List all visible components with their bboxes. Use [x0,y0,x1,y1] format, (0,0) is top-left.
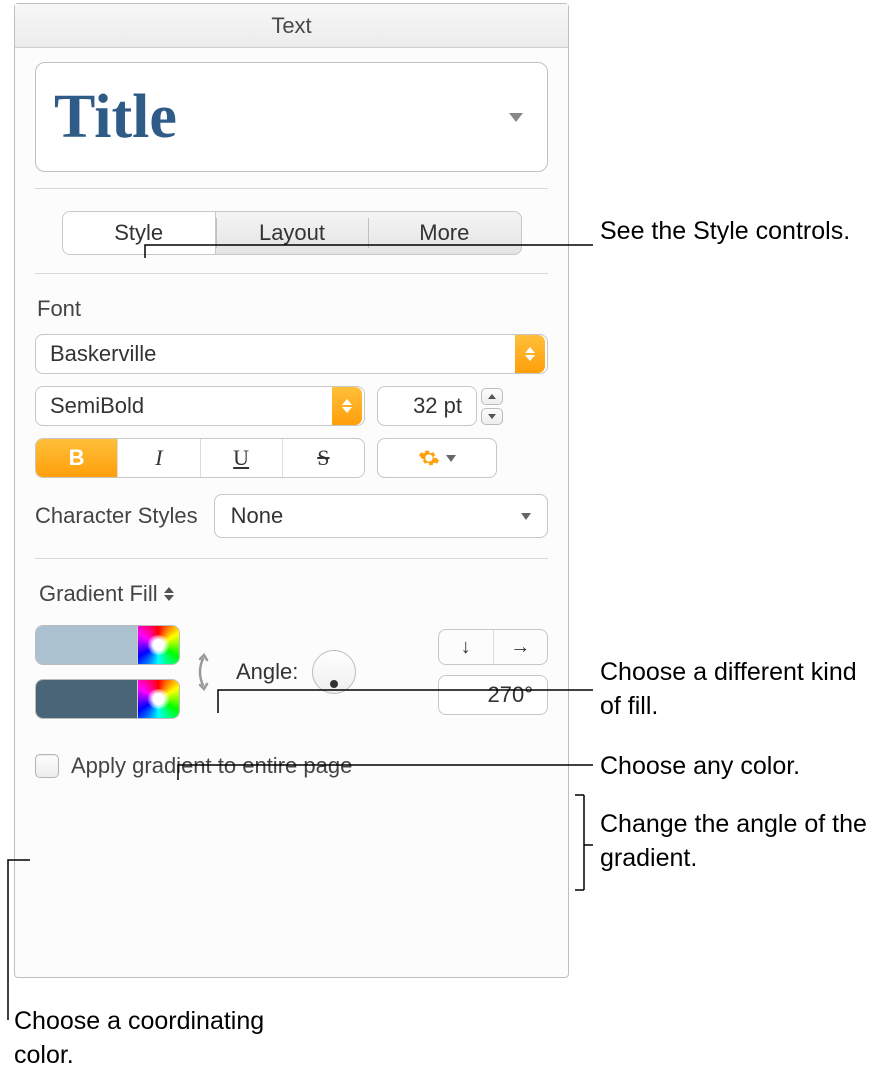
chevron-down-icon [509,113,523,122]
callout-any-color: Choose any color. [600,750,800,784]
angle-dial[interactable] [312,650,356,694]
font-size-down[interactable] [481,408,503,425]
tabs: Style Layout More [62,211,522,255]
fill-type-value: Gradient Fill [39,581,158,607]
text-inspector-panel: Text Title Style Layout More Font Basker… [14,3,569,978]
callout-style-tab: See the Style controls. [600,215,850,249]
apply-gradient-page-label: Apply gradient to entire page [71,753,352,779]
font-family-value: Baskerville [50,341,515,367]
gear-icon [418,447,440,469]
callout-coord-color: Choose a coordinating color. [14,1005,294,1073]
gradient-color-2[interactable] [35,679,180,719]
color-wheel-icon[interactable] [137,680,179,718]
angle-direction-group: ↓ → [438,629,548,665]
popup-stepper-icon [515,335,545,373]
chevron-down-icon [446,455,456,462]
gradient-color-2-well[interactable] [36,680,137,718]
font-section-label: Font [37,296,546,322]
tab-more[interactable]: More [368,212,520,254]
angle-label: Angle: [236,659,298,685]
font-weight-value: SemiBold [50,393,332,419]
tab-style[interactable]: Style [63,212,216,254]
gradient-color-1[interactable] [35,625,180,665]
font-family-popup[interactable]: Baskerville [35,334,548,374]
divider [35,273,548,274]
callout-fill-kind: Choose a different kind of fill. [600,656,880,724]
panel-title: Text [15,4,568,48]
gradient-color-1-well[interactable] [36,626,137,664]
strikethrough-button[interactable]: S [282,439,364,477]
character-styles-value: None [231,503,284,529]
updown-icon [164,587,174,601]
font-size-up[interactable] [481,388,503,405]
fill-type-popup[interactable]: Gradient Fill [39,581,174,607]
bold-button[interactable]: B [36,439,117,477]
popup-stepper-icon [332,387,362,425]
divider [35,558,548,559]
apply-gradient-page-checkbox[interactable] [35,754,59,778]
paragraph-style-name: Title [54,86,177,148]
advanced-options-button[interactable] [377,438,497,478]
underline-button[interactable]: U [200,439,282,477]
angle-down-button[interactable]: ↓ [439,630,493,664]
angle-right-button[interactable]: → [493,630,548,664]
font-size-stepper [481,388,503,425]
callout-angle: Change the angle of the gradient. [600,808,880,876]
paragraph-style-picker[interactable]: Title [35,62,548,172]
divider [35,188,548,189]
font-weight-popup[interactable]: SemiBold [35,386,365,426]
italic-button[interactable]: I [117,439,199,477]
character-styles-label: Character Styles [35,503,198,529]
tab-layout[interactable]: Layout [216,212,368,254]
font-size-field[interactable]: 32 pt [377,386,477,426]
color-wheel-icon[interactable] [137,626,179,664]
swap-colors-button[interactable] [194,645,222,699]
angle-field[interactable]: 270° [438,675,548,715]
character-styles-popup[interactable]: None [214,494,548,538]
chevron-down-icon [521,513,531,520]
type-style-group: B I U S [35,438,365,478]
